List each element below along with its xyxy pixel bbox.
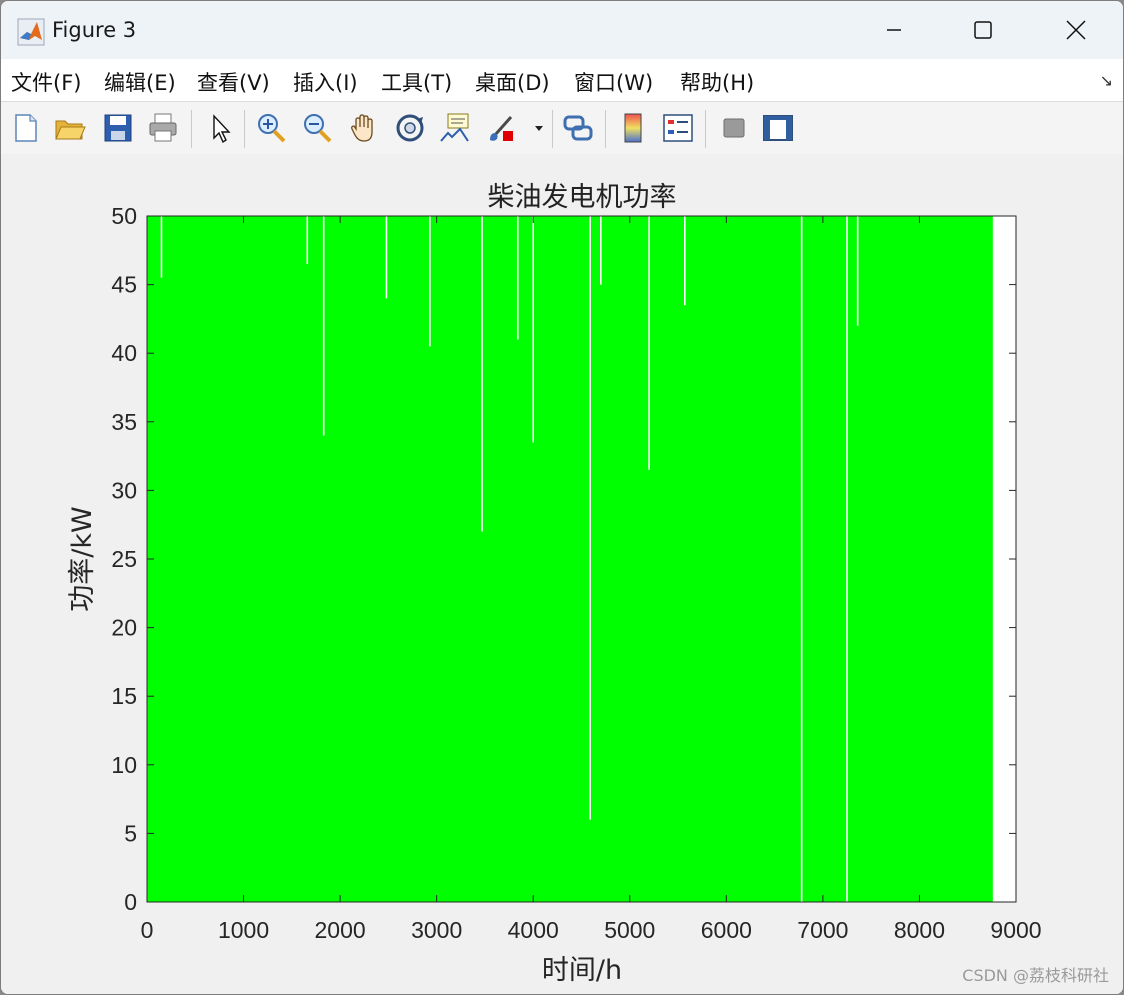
- x-tick-label: 7000: [797, 917, 848, 943]
- x-tick-label: 8000: [894, 917, 945, 943]
- new-figure-icon[interactable]: [9, 111, 43, 145]
- toolbar-separator: [705, 110, 706, 148]
- series-layer: [147, 216, 993, 902]
- y-tick-label: 15: [111, 683, 137, 709]
- menu-window[interactable]: 窗口(W): [574, 67, 653, 97]
- print-icon[interactable]: [146, 111, 180, 145]
- toolbar-separator: [552, 110, 553, 148]
- y-tick-label: 45: [111, 272, 137, 298]
- figure-canvas[interactable]: 柴油发电机功率 0 1000 2000 3000 4000 5000 6000 7000 800…: [1, 154, 1123, 994]
- zoom-in-icon[interactable]: [254, 111, 288, 145]
- show-plot-tools-icon[interactable]: [761, 111, 795, 145]
- matlab-icon: [17, 18, 45, 46]
- menu-tools[interactable]: 工具(T): [381, 67, 452, 97]
- pan-hand-icon[interactable]: [347, 111, 381, 145]
- x-tick-label: 3000: [411, 917, 462, 943]
- pointer-icon[interactable]: [203, 111, 237, 145]
- maximize-icon: [974, 21, 992, 39]
- rotate-3d-icon[interactable]: [393, 111, 427, 145]
- y-tick-label: 30: [111, 477, 137, 503]
- colorbar-icon[interactable]: [616, 111, 650, 145]
- x-tick-label: 1000: [218, 917, 269, 943]
- data-cursor-icon[interactable]: [438, 111, 472, 145]
- y-tick-label: 25: [111, 546, 137, 572]
- figure-window: Figure 3 文件(F) 编辑(E) 查看(V) 插入(I) 工具(T) 桌…: [0, 0, 1124, 995]
- hide-plot-tools-icon[interactable]: [717, 111, 751, 145]
- save-icon[interactable]: [101, 111, 135, 145]
- legend-icon[interactable]: [661, 111, 695, 145]
- menu-insert[interactable]: 插入(I): [293, 67, 358, 97]
- maximize-button[interactable]: [936, 1, 1030, 59]
- y-tick-label: 10: [111, 752, 137, 778]
- y-tick-label: 5: [124, 820, 137, 846]
- close-icon: [1066, 20, 1086, 40]
- y-tick-label: 0: [124, 889, 137, 915]
- dock-arrow-icon[interactable]: ↘: [1100, 71, 1113, 90]
- window-title: Figure 3: [52, 18, 137, 42]
- menu-desktop[interactable]: 桌面(D): [475, 67, 550, 97]
- menu-edit[interactable]: 编辑(E): [104, 67, 176, 97]
- title-bar[interactable]: Figure 3: [1, 1, 1123, 59]
- open-file-icon[interactable]: [53, 111, 87, 145]
- y-tick-label: 20: [111, 615, 137, 641]
- menu-view[interactable]: 查看(V): [197, 67, 270, 97]
- x-tick-label: 4000: [508, 917, 559, 943]
- menu-bar: 文件(F) 编辑(E) 查看(V) 插入(I) 工具(T) 桌面(D) 窗口(W…: [1, 59, 1123, 101]
- watermark: CSDN @荔枝科研社: [962, 966, 1109, 985]
- y-tick-label: 40: [111, 340, 137, 366]
- minimize-button[interactable]: [847, 1, 941, 59]
- toolbar-separator: [605, 110, 606, 148]
- x-axis-label: 时间/h: [542, 955, 622, 986]
- x-tick-label: 0: [141, 917, 154, 943]
- menu-file[interactable]: 文件(F): [11, 67, 81, 97]
- brush-dropdown-icon[interactable]: [533, 124, 545, 134]
- x-tick-label: 2000: [315, 917, 366, 943]
- y-tick-label: 35: [111, 409, 137, 435]
- y-tick-label: 50: [111, 203, 137, 229]
- close-button[interactable]: [1029, 1, 1123, 59]
- power-chart[interactable]: 柴油发电机功率 0 1000 2000 3000 4000 5000 6000 7000 800…: [1, 154, 1123, 994]
- y-axis-label: 功率/kW: [67, 506, 98, 611]
- x-tick-label: 5000: [604, 917, 655, 943]
- link-plot-icon[interactable]: [561, 111, 595, 145]
- toolbar-separator: [191, 110, 192, 148]
- zoom-out-icon[interactable]: [300, 111, 334, 145]
- series-area: [147, 216, 993, 902]
- x-tick-label: 6000: [701, 917, 752, 943]
- menu-help[interactable]: 帮助(H): [680, 67, 754, 97]
- x-tick-label: 9000: [990, 917, 1041, 943]
- figure-toolbar: [1, 101, 1123, 155]
- minimize-icon: [887, 29, 901, 31]
- brush-icon[interactable]: [485, 111, 519, 145]
- chart-title: 柴油发电机功率: [488, 182, 677, 213]
- toolbar-separator: [244, 110, 245, 148]
